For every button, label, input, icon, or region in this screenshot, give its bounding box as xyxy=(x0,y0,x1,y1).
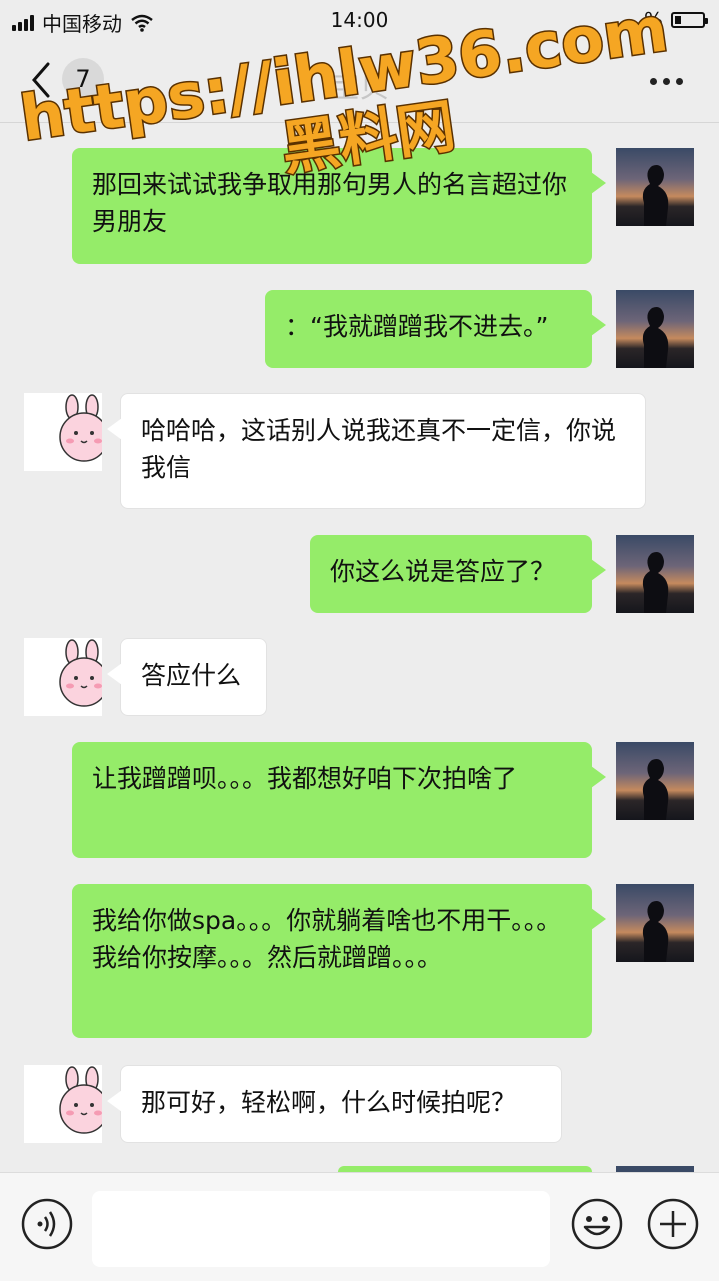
chat-title: 宝贝 xyxy=(329,70,390,105)
message-bubble-sent[interactable]: 那回来试试我争取用那句男人的名言超过你男朋友 xyxy=(72,148,606,264)
message-bubble-received[interactable]: 那可好，轻松啊，什么时候拍呢？ xyxy=(107,1065,562,1143)
my-avatar[interactable] xyxy=(616,290,694,368)
message-bubble-sent[interactable]: 你这么说是答应了？ xyxy=(310,535,606,613)
my-avatar[interactable] xyxy=(616,535,694,613)
message-text: 哈哈哈，这话别人说我还真不一定信，你说我信 xyxy=(141,416,617,482)
battery-icon xyxy=(671,12,708,28)
silhouette-icon xyxy=(642,901,669,962)
my-avatar[interactable] xyxy=(616,742,694,820)
nav-bar: 7 宝贝 xyxy=(0,40,719,123)
message-text: 你这么说是答应了？ xyxy=(330,557,556,586)
silhouette-icon xyxy=(642,307,669,368)
message-text: 让我蹭蹭呗。。。我都想好咱下次拍啥了 xyxy=(92,764,518,793)
contact-avatar[interactable] xyxy=(24,1065,102,1143)
more-options-button[interactable] xyxy=(650,78,683,85)
message-bubble-sent[interactable]: 让我蹭蹭呗。。。我都想好咱下次拍啥了 xyxy=(72,742,606,858)
message-bubble-received[interactable]: 哈哈哈，这话别人说我还真不一定信，你说我信 xyxy=(107,393,646,509)
my-avatar[interactable] xyxy=(616,884,694,962)
message-bubble-received[interactable]: 答应什么 xyxy=(107,638,267,716)
status-right: % xyxy=(643,8,708,32)
message-bubble-sent[interactable]: 我给你做spa。。。你就躺着啥也不用干。。。我给你按摩。。。然后就蹭蹭。。。 xyxy=(72,884,606,1038)
emoji-button[interactable] xyxy=(570,1197,624,1251)
bunny-icon xyxy=(59,1066,102,1134)
silhouette-icon xyxy=(642,165,669,226)
silhouette-icon xyxy=(642,552,669,613)
bunny-icon xyxy=(59,639,102,707)
input-bar xyxy=(0,1172,719,1281)
message-input[interactable] xyxy=(92,1191,550,1267)
contact-avatar[interactable] xyxy=(24,638,102,716)
my-avatar[interactable] xyxy=(616,148,694,226)
contact-avatar[interactable] xyxy=(24,393,102,471)
message-bubble-sent[interactable]: ：“我就蹭蹭我不进去。” xyxy=(265,290,606,368)
voice-input-button[interactable] xyxy=(20,1197,74,1251)
message-text: 那回来试试我争取用那句男人的名言超过你男朋友 xyxy=(92,170,568,236)
message-text: ：“我就蹭蹭我不进去。” xyxy=(285,312,549,341)
message-text: 我给你做spa。。。你就躺着啥也不用干。。。我给你按摩。。。然后就蹭蹭。。。 xyxy=(92,906,562,972)
silhouette-icon xyxy=(642,759,669,820)
message-text: 答应什么 xyxy=(141,661,242,690)
battery-percent: % xyxy=(643,8,663,32)
status-bar: 中国移动 14:00 % xyxy=(0,0,719,40)
more-functions-button[interactable] xyxy=(646,1197,700,1251)
bunny-icon xyxy=(59,394,102,462)
message-text: 那可好，轻松啊，什么时候拍呢？ xyxy=(141,1088,517,1117)
clock: 14:00 xyxy=(330,8,389,32)
